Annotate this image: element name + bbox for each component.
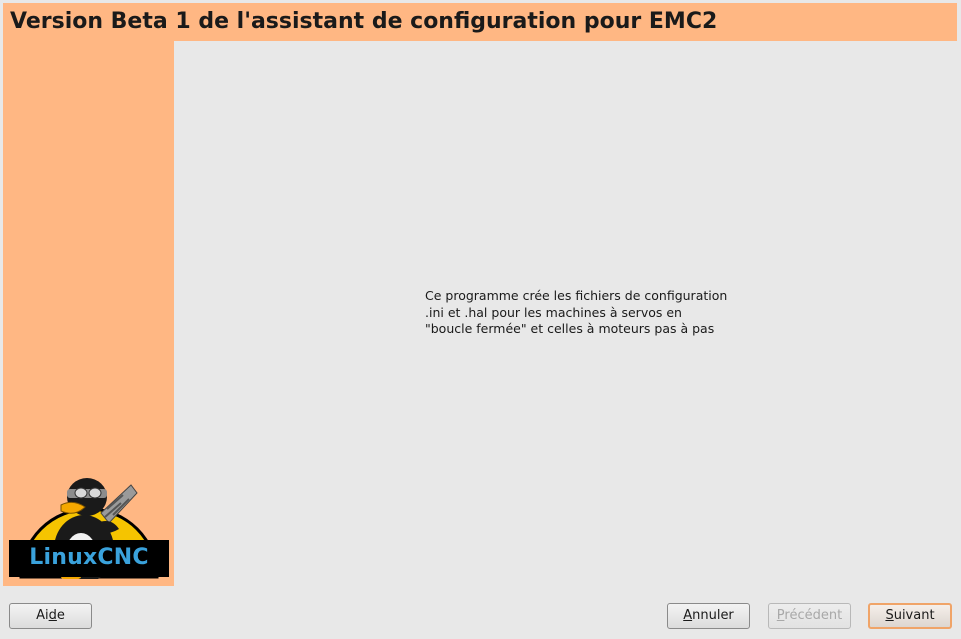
logo-wordmark: LinuxCNC bbox=[29, 545, 149, 570]
help-button[interactable]: Aide bbox=[9, 603, 92, 629]
next-button[interactable]: Suivant bbox=[868, 603, 952, 629]
page-title: Version Beta 1 de l'assistant de configu… bbox=[10, 9, 718, 34]
title-banner: Version Beta 1 de l'assistant de configu… bbox=[3, 3, 957, 41]
help-button-label-post: e bbox=[56, 608, 65, 623]
cancel-button-mnemonic: A bbox=[683, 608, 693, 623]
wizard-window: Version Beta 1 de l'assistant de configu… bbox=[0, 0, 961, 639]
linuxcnc-logo: LinuxCNC bbox=[9, 471, 169, 579]
intro-line: "boucle fermée" et celles à moteurs pas … bbox=[425, 321, 715, 336]
cancel-button[interactable]: Annuler bbox=[667, 603, 750, 629]
intro-line: .ini et .hal pour les machines à servos … bbox=[425, 304, 682, 320]
cancel-button-label-post: nnuler bbox=[692, 608, 734, 623]
intro-line: Ce programme crée les fichiers de config… bbox=[425, 288, 728, 303]
previous-button[interactable]: Précédent bbox=[768, 603, 851, 629]
help-button-label-pre: Ai bbox=[36, 608, 49, 623]
sidebar: LinuxCNC bbox=[3, 41, 174, 586]
intro-description: Ce programme crée les fichiers de config… bbox=[425, 288, 765, 338]
help-button-mnemonic: d bbox=[48, 608, 57, 623]
next-button-mnemonic: S bbox=[885, 608, 894, 623]
next-button-label-post: uivant bbox=[893, 608, 935, 623]
previous-button-label-post: récédent bbox=[784, 608, 843, 623]
content-panel: Ce programme crée les fichiers de config… bbox=[174, 41, 957, 586]
